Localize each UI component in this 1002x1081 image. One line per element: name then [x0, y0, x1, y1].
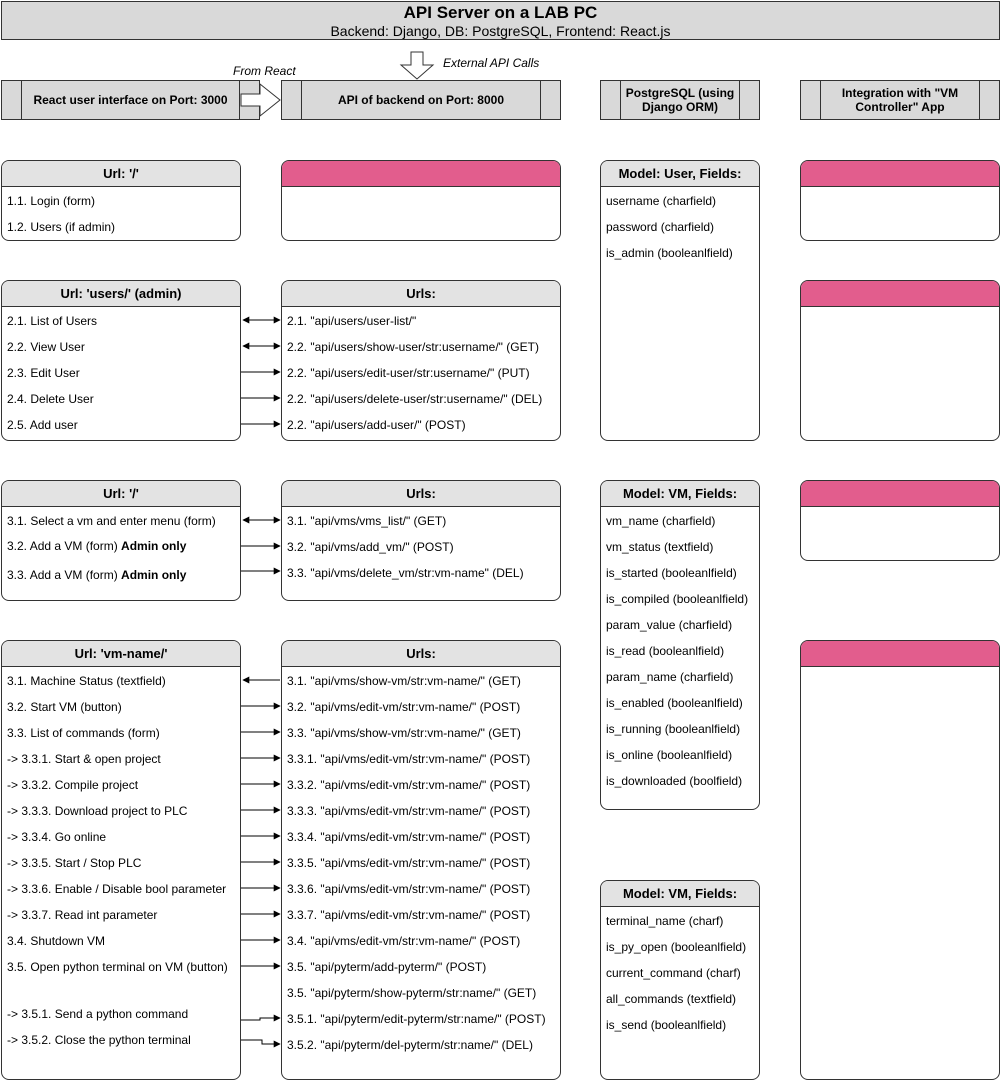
connector-arrow	[241, 1039, 281, 1048]
connector-layer	[240, 51, 435, 1048]
external-api-arrow-icon	[399, 51, 435, 80]
from-react-arrow-icon	[240, 82, 281, 118]
connector-arrow	[241, 1014, 281, 1022]
